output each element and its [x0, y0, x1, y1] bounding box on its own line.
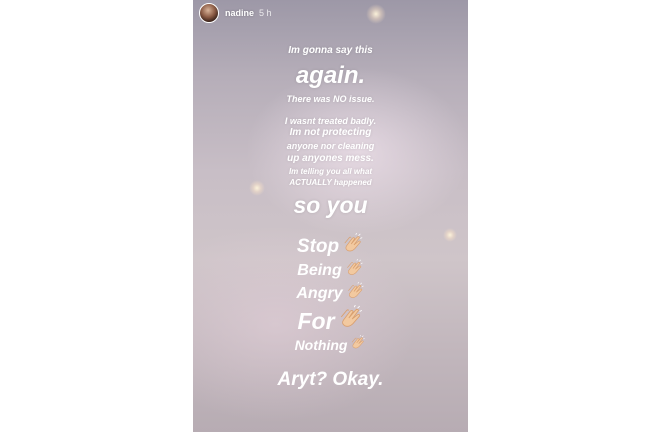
text-line: I wasnt treated badly.	[284, 116, 377, 126]
clap-line: Angry	[193, 281, 468, 306]
text-line: There was NO issue.	[286, 94, 375, 104]
clap-word: Nothing	[294, 336, 348, 353]
clap-word: For	[297, 307, 335, 334]
clap-line: Stop	[193, 232, 468, 261]
clap-word: Angry	[296, 285, 343, 302]
text-line: ACTUALLY happened	[289, 178, 372, 187]
text-line-emphasis: so you	[293, 192, 368, 218]
clapping-hands-icon	[338, 304, 364, 337]
text-line: Im telling you all what	[288, 167, 373, 176]
final-text: Aryt? Okay.	[277, 369, 384, 390]
text-line: anyone nor cleaning	[286, 141, 375, 151]
text-line: up anyones mess.	[287, 153, 374, 164]
clapping-hands-icon	[350, 334, 366, 354]
text-line: Im gonna say this	[288, 45, 373, 56]
clapping-hands-icon	[342, 232, 364, 261]
clapping-hands-icon	[346, 281, 365, 306]
clap-line: For	[193, 304, 468, 337]
final-line: Aryt? Okay.	[193, 369, 468, 391]
clapping-hands-icon	[345, 258, 364, 283]
text-line: Im not protecting	[289, 127, 372, 138]
clap-line: Nothing	[193, 334, 468, 354]
clap-line: Being	[193, 258, 468, 283]
instagram-story[interactable]: nadine 5 h Im gonna say this again. Ther…	[193, 0, 468, 432]
clap-word: Stop	[296, 236, 340, 257]
text-line-emphasis: again.	[295, 62, 366, 89]
story-text: Im gonna say this again. There was NO is…	[193, 0, 468, 432]
clap-word: Being	[297, 262, 342, 279]
